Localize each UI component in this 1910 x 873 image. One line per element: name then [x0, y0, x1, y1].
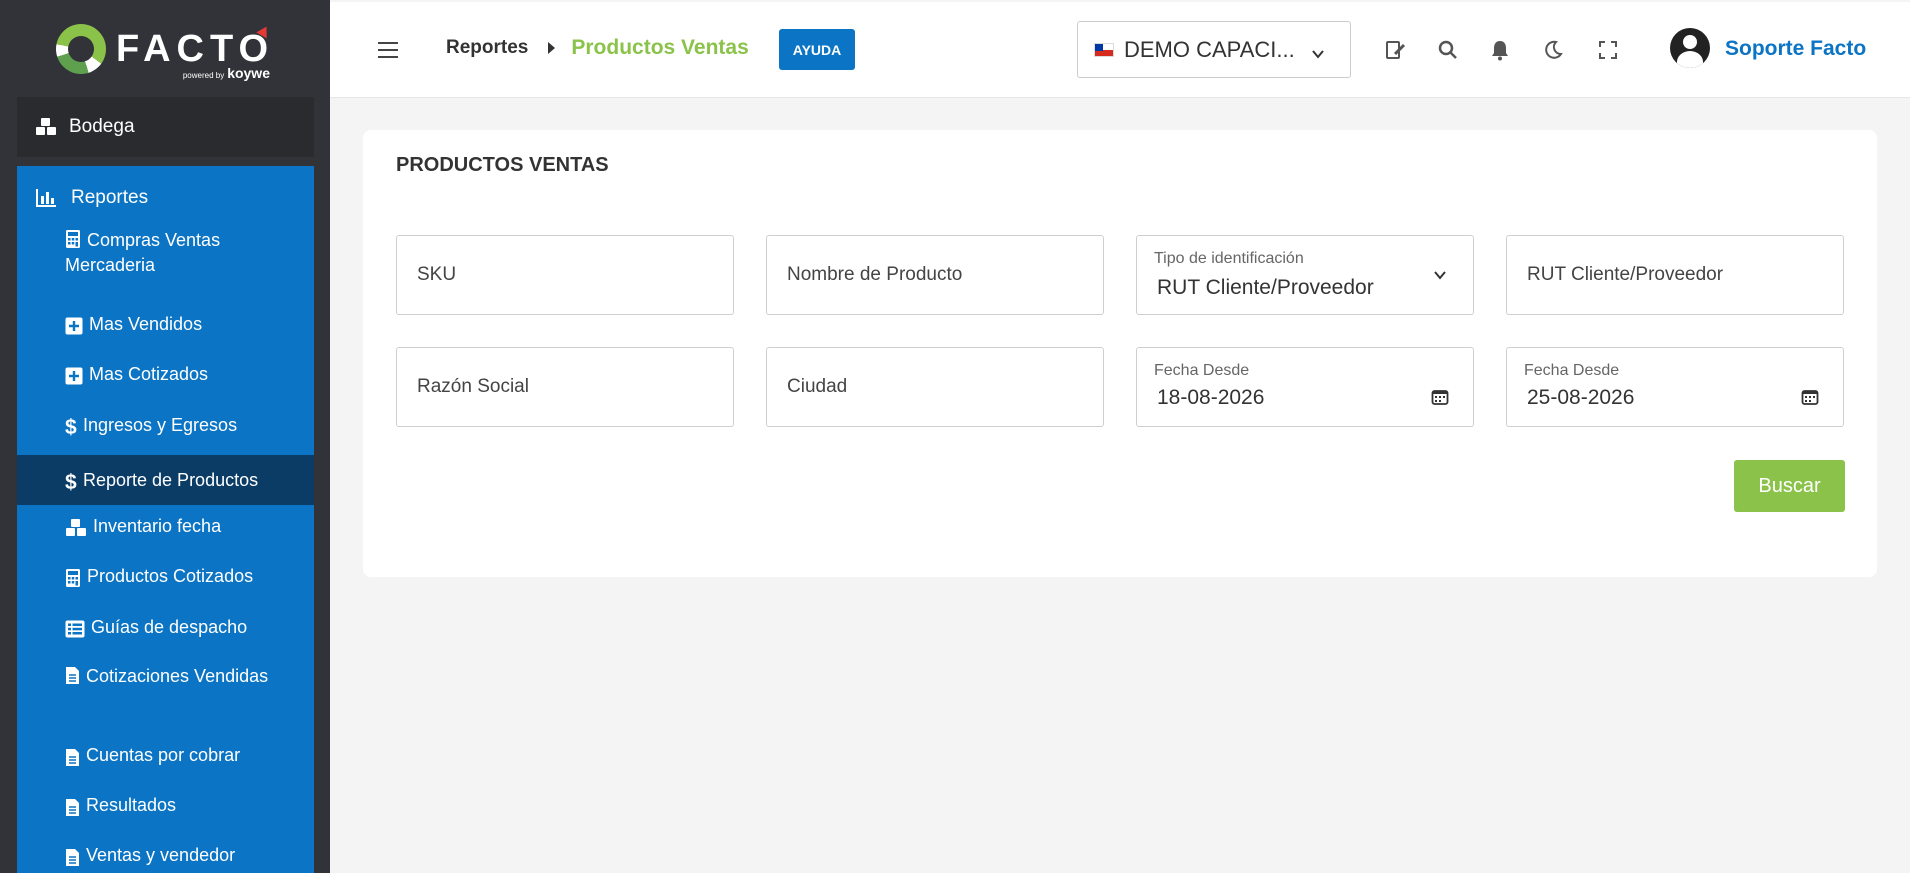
- facto-logo-mark-icon: [55, 23, 106, 74]
- date-from-value: 18-08-2026: [1157, 386, 1265, 409]
- dollar-icon: $: [65, 416, 77, 438]
- chevron-down-icon: [1310, 42, 1326, 68]
- sidebar-subitem[interactable]: Productos Cotizados: [17, 556, 314, 597]
- document-icon: [65, 848, 80, 867]
- sidebar-subitem[interactable]: $ Reporte de Productos: [17, 455, 314, 505]
- bell-icon[interactable]: [1488, 38, 1512, 62]
- facto-logo[interactable]: FACTO powered by koywe: [0, 0, 330, 97]
- sidebar-subitem[interactable]: Mas Vendidos: [17, 304, 314, 345]
- sku-input[interactable]: SKU: [396, 235, 734, 315]
- sidebar-subitem[interactable]: Cotizaciones Vendidas: [17, 656, 314, 697]
- document-icon: [65, 798, 80, 817]
- top-header: Reportes Productos Ventas AYUDA DEMO CAP…: [330, 2, 1910, 98]
- breadcrumb-current: Productos Ventas: [571, 36, 749, 59]
- search-icon[interactable]: [1436, 38, 1460, 62]
- sidebar-subitem[interactable]: Inventario fecha: [17, 506, 314, 547]
- company-name: DEMO CAPACI...: [1124, 36, 1295, 62]
- calculator-icon: [65, 229, 81, 249]
- rut-placeholder: RUT Cliente/Proveedor: [1527, 264, 1724, 285]
- caret-right-icon: [548, 42, 556, 54]
- sidebar-subitem[interactable]: Cuentas por cobrar: [17, 735, 314, 776]
- id-type-label: Tipo de identificación: [1154, 250, 1304, 267]
- sidebar-item-label: Reportes: [71, 187, 149, 208]
- user-name[interactable]: Soporte Facto: [1725, 37, 1866, 61]
- sidebar-subitem-label: Mas Vendidos: [89, 314, 203, 334]
- product-name-input[interactable]: Nombre de Producto: [766, 235, 1104, 315]
- plus-square-icon: [65, 367, 83, 385]
- sidebar: FACTO powered by koywe Bodega Reportes Co…: [0, 0, 330, 873]
- sidebar-subitem[interactable]: Compras Ventas Mercaderia: [17, 220, 314, 286]
- rut-input[interactable]: RUT Cliente/Proveedor: [1506, 235, 1844, 315]
- product-name-placeholder: Nombre de Producto: [787, 264, 963, 285]
- fullscreen-icon[interactable]: [1596, 38, 1620, 62]
- razon-social-placeholder: Razón Social: [417, 376, 529, 397]
- help-button[interactable]: AYUDA: [779, 29, 855, 70]
- sidebar-subitem-label: Cuentas por cobrar: [86, 745, 241, 765]
- sidebar-subitem-label: Cotizaciones Vendidas: [86, 666, 269, 686]
- document-icon: [65, 666, 80, 685]
- sidebar-subitem-label: Ventas y vendedor: [86, 845, 236, 865]
- sidebar-subitem-label: Guías de despacho: [91, 617, 248, 637]
- chile-flag-icon: [1094, 42, 1114, 57]
- company-select[interactable]: DEMO CAPACI...: [1077, 21, 1351, 78]
- sidebar-subitem-label: Ingresos y Egresos: [83, 415, 238, 435]
- powered-by-text: powered by: [182, 71, 225, 80]
- brand-name: FACTO: [115, 27, 275, 70]
- breadcrumb-root[interactable]: Reportes: [446, 37, 528, 59]
- report-form-card: PRODUCTOS VENTAS SKU Nombre de Producto …: [363, 130, 1877, 577]
- list-icon: [65, 620, 85, 638]
- sku-placeholder: SKU: [417, 264, 457, 285]
- sidebar-subitem-label: Compras Ventas Mercaderia: [65, 230, 221, 275]
- date-from-label: Fecha Desde: [1154, 362, 1250, 379]
- powered-by: powered by koywe: [183, 65, 270, 81]
- sidebar-subitem-label: Resultados: [86, 795, 177, 815]
- search-button[interactable]: Buscar: [1734, 460, 1845, 512]
- sidebar-item-bodega[interactable]: Bodega: [17, 97, 314, 157]
- bar-chart-icon: [35, 188, 57, 208]
- plus-square-icon: [65, 317, 83, 335]
- date-to-label: Fecha Desde: [1524, 362, 1620, 379]
- sidebar-subitem-label: Mas Cotizados: [89, 364, 209, 384]
- document-icon: [65, 748, 80, 767]
- date-to-value: 25-08-2026: [1527, 386, 1635, 409]
- moon-icon[interactable]: [1541, 38, 1565, 62]
- id-type-value: RUT Cliente/Proveedor: [1157, 276, 1374, 299]
- sidebar-subitem[interactable]: Mas Cotizados: [17, 354, 314, 395]
- sidebar-subitem[interactable]: Ventas y vendedor: [17, 835, 314, 873]
- date-from-input[interactable]: Fecha Desde 18-08-2026: [1136, 347, 1474, 427]
- ciudad-placeholder: Ciudad: [787, 376, 848, 397]
- cubes-icon: [65, 518, 87, 538]
- edit-document-icon[interactable]: [1384, 38, 1408, 62]
- page-title: PRODUCTOS VENTAS: [396, 154, 609, 176]
- sidebar-subitem[interactable]: Guías de despacho: [17, 607, 314, 648]
- calendar-icon[interactable]: [1431, 388, 1449, 411]
- sidebar-subitem-label: Inventario fecha: [93, 516, 222, 536]
- dollar-icon: $: [65, 471, 77, 493]
- sidebar-subitem[interactable]: Resultados: [17, 785, 314, 826]
- chevron-down-icon: [1433, 268, 1447, 287]
- avatar[interactable]: [1670, 28, 1710, 68]
- cubes-icon: [35, 117, 57, 137]
- svg-text:$: $: [65, 416, 77, 438]
- razon-social-input[interactable]: Razón Social: [396, 347, 734, 427]
- sidebar-subitem[interactable]: $ Ingresos y Egresos: [17, 405, 314, 446]
- svg-text:$: $: [65, 471, 77, 493]
- sidebar-subitem-label: Productos Cotizados: [87, 566, 254, 586]
- sidebar-subitem-label: Reporte de Productos: [83, 469, 259, 490]
- date-to-input[interactable]: Fecha Desde 25-08-2026: [1506, 347, 1844, 427]
- ciudad-input[interactable]: Ciudad: [766, 347, 1104, 427]
- sidebar-item-label: Bodega: [69, 116, 135, 137]
- partner-name: koywe: [227, 65, 270, 81]
- hamburger-menu-icon[interactable]: [378, 42, 398, 58]
- calendar-icon[interactable]: [1801, 388, 1819, 411]
- sidebar-section-reportes: Reportes Compras Ventas Mercaderia Mas Ve…: [17, 166, 314, 873]
- breadcrumb: Reportes Productos Ventas: [446, 36, 749, 60]
- id-type-select[interactable]: Tipo de identificación RUT Cliente/Prove…: [1136, 235, 1474, 315]
- calculator-icon: [65, 568, 81, 588]
